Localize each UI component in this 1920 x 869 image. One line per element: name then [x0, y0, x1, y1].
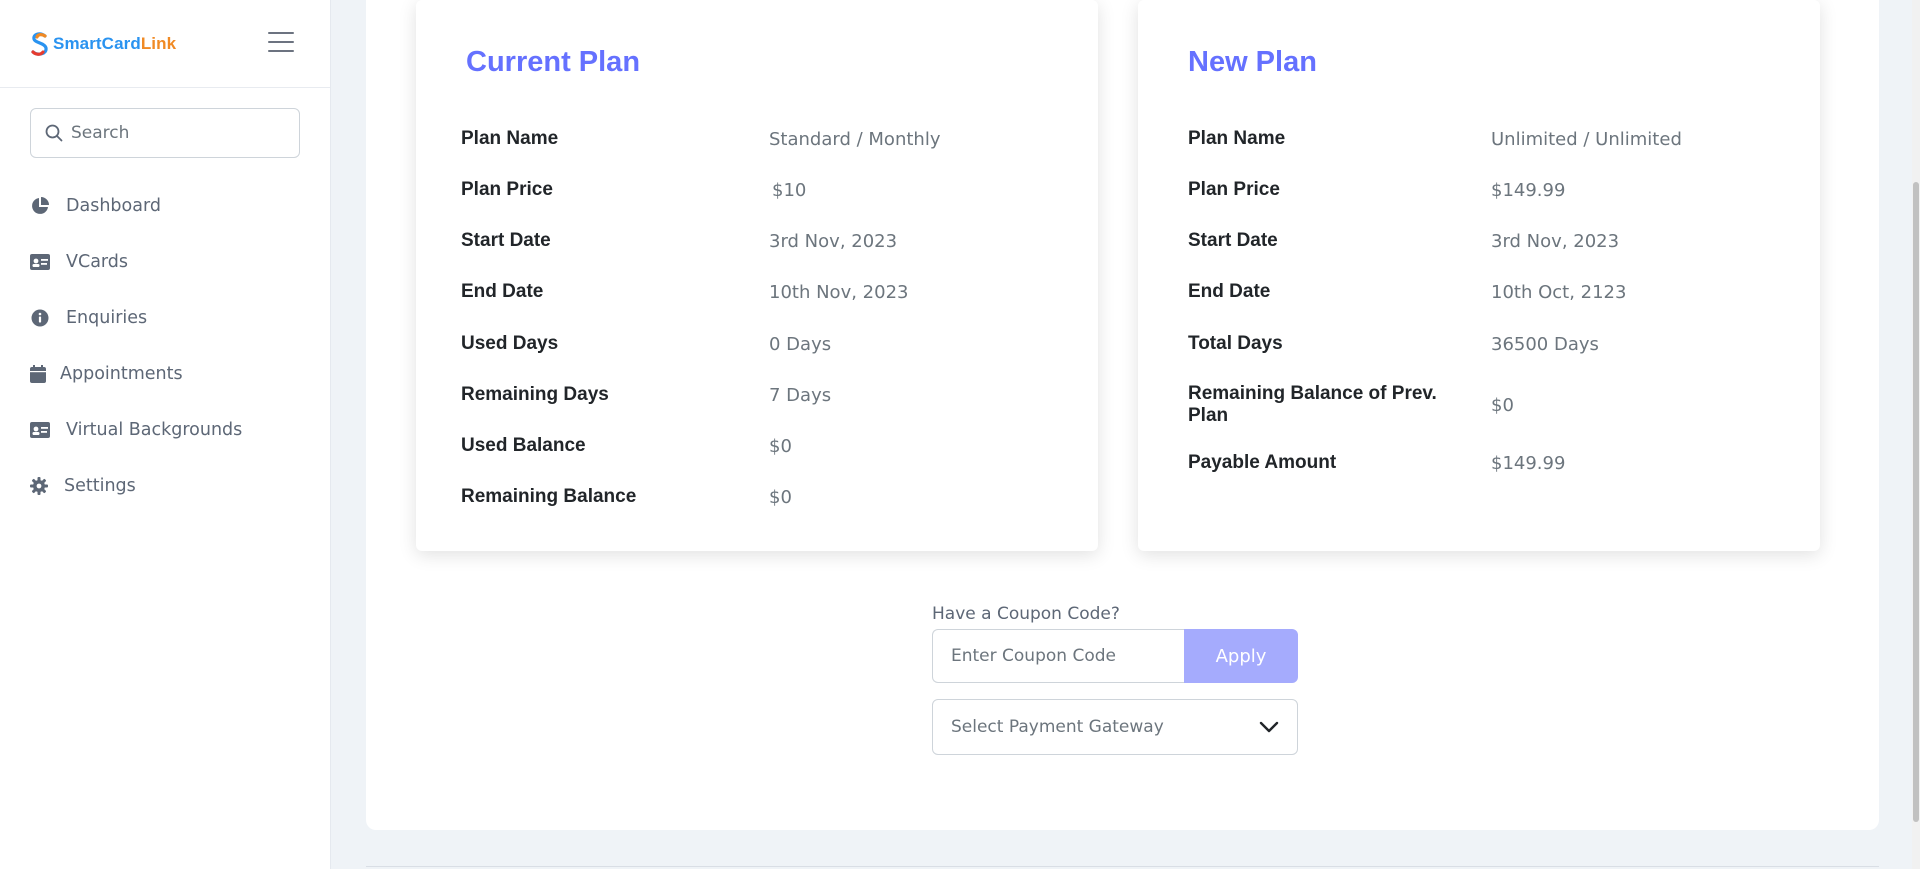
id-card-icon	[30, 252, 50, 272]
coupon-code-input[interactable]	[932, 629, 1184, 683]
sidebar-item-enquiries[interactable]: Enquiries	[0, 290, 330, 346]
plan-row-value: 10th Nov, 2023	[769, 281, 909, 303]
plan-row: Total Days 36500 Days	[1188, 333, 1788, 355]
plan-row-label: Payable Amount	[1188, 452, 1337, 473]
sidebar-item-label: Enquiries	[66, 308, 148, 328]
scrollbar-thumb[interactable]	[1913, 182, 1919, 822]
plan-row-label: End Date	[1188, 281, 1271, 302]
chevron-down-icon	[1259, 721, 1279, 733]
plan-row: Remaining Balance of Prev. Plan $0	[1188, 383, 1788, 427]
coupon-group: Apply	[932, 629, 1298, 683]
plan-row-label: Remaining Days	[461, 384, 609, 405]
current-plan-card: Current Plan Plan Name Standard / Monthly…	[416, 0, 1098, 551]
plan-row-label: Start Date	[1188, 230, 1278, 251]
plan-row-label: Total Days	[1188, 333, 1283, 354]
plan-row-value: 36500 Days	[1491, 333, 1599, 355]
pie-chart-icon	[30, 196, 50, 216]
sidebar-item-vcards[interactable]: VCards	[0, 234, 330, 290]
plan-row: Plan Price $10	[461, 179, 1061, 201]
sidebar-item-label: Appointments	[60, 364, 183, 384]
gear-icon	[30, 476, 48, 496]
new-plan-title: New Plan	[1188, 46, 1317, 78]
plan-row-value: $0	[1491, 394, 1514, 416]
apply-coupon-button[interactable]: Apply	[1184, 629, 1298, 683]
new-plan-card: New Plan Plan Name Unlimited / Unlimited …	[1138, 0, 1820, 551]
plan-row-value: 3rd Nov, 2023	[1491, 230, 1620, 252]
calendar-icon	[30, 364, 46, 384]
plan-row-label: Used Balance	[461, 435, 586, 456]
id-card-icon	[30, 420, 50, 440]
menu-toggle-icon[interactable]	[268, 32, 294, 54]
plan-row-value: 10th Oct, 2123	[1491, 281, 1627, 303]
plan-row-value: $0	[769, 435, 792, 457]
plan-row-label: Plan Price	[1188, 179, 1280, 200]
brand-name-part1: SmartCard	[53, 34, 141, 53]
plan-row-value: 3rd Nov, 2023	[769, 230, 898, 252]
sidebar-item-appointments[interactable]: Appointments	[0, 346, 330, 402]
plan-row-label: Remaining Balance	[461, 486, 637, 507]
plan-row-value: $149.99	[1491, 452, 1566, 474]
plan-row-label: Plan Name	[1188, 128, 1286, 149]
current-plan-title: Current Plan	[466, 46, 641, 78]
coupon-label: Have a Coupon Code?	[932, 604, 1120, 624]
sidebar-nav: Dashboard VCards Enquiries Appointments …	[0, 178, 330, 514]
plan-row: End Date 10th Oct, 2123	[1188, 281, 1788, 303]
payment-gateway-select[interactable]: Select Payment Gateway	[932, 699, 1298, 755]
plan-row-value: 7 Days	[769, 384, 832, 406]
brand-logo[interactable]: SmartCardLink	[30, 31, 176, 57]
search-input[interactable]	[71, 123, 271, 143]
payment-gateway-placeholder: Select Payment Gateway	[951, 717, 1164, 737]
sidebar-header: SmartCardLink	[0, 0, 330, 88]
plan-row-label: Plan Price	[461, 179, 553, 200]
plan-row-label: Remaining Balance of Prev. Plan	[1188, 383, 1437, 426]
plan-row-label: End Date	[461, 281, 544, 302]
plan-row-label: Plan Name	[461, 128, 559, 149]
brand-name: SmartCardLink	[53, 34, 176, 54]
sidebar-item-label: Virtual Backgrounds	[66, 420, 243, 440]
plan-row-value: Unlimited / Unlimited	[1491, 128, 1682, 150]
plan-row: Plan Name Unlimited / Unlimited	[1188, 128, 1788, 150]
info-circle-icon	[30, 308, 50, 328]
sidebar-item-label: Settings	[64, 476, 136, 496]
sidebar-item-settings[interactable]: Settings	[0, 458, 330, 514]
plan-row: Remaining Days 7 Days	[461, 384, 1061, 406]
plan-row: Plan Price $149.99	[1188, 179, 1788, 201]
logo-icon	[31, 32, 48, 56]
search-icon	[45, 124, 63, 142]
sidebar-item-virtual-backgrounds[interactable]: Virtual Backgrounds	[0, 402, 330, 458]
plan-row: Remaining Balance $0	[461, 486, 1061, 508]
sidebar-item-label: Dashboard	[66, 196, 161, 216]
footer-divider	[366, 866, 1879, 867]
plan-row: Plan Name Standard / Monthly	[461, 128, 1061, 150]
sidebar: SmartCardLink Dashboard VCards	[0, 0, 331, 869]
plan-row: Used Balance $0	[461, 435, 1061, 457]
sidebar-item-label: VCards	[66, 252, 129, 272]
brand-name-part2: Link	[140, 34, 177, 53]
plan-row-value: 0 Days	[769, 333, 832, 355]
plan-row-value: $0	[769, 486, 792, 508]
search-box	[30, 108, 300, 158]
plan-row-value: $149.99	[1491, 179, 1566, 201]
plan-row: End Date 10th Nov, 2023	[461, 281, 1061, 303]
sidebar-item-dashboard[interactable]: Dashboard	[0, 178, 330, 234]
plan-row-value: $10	[772, 179, 807, 201]
plan-row: Start Date 3rd Nov, 2023	[461, 230, 1061, 252]
plan-row-value: Standard / Monthly	[769, 128, 941, 150]
plan-row: Start Date 3rd Nov, 2023	[1188, 230, 1788, 252]
plan-row: Payable Amount $149.99	[1188, 452, 1788, 474]
plan-row-label: Used Days	[461, 333, 559, 354]
plan-row-label: Start Date	[461, 230, 551, 251]
plan-row: Used Days 0 Days	[461, 333, 1061, 355]
